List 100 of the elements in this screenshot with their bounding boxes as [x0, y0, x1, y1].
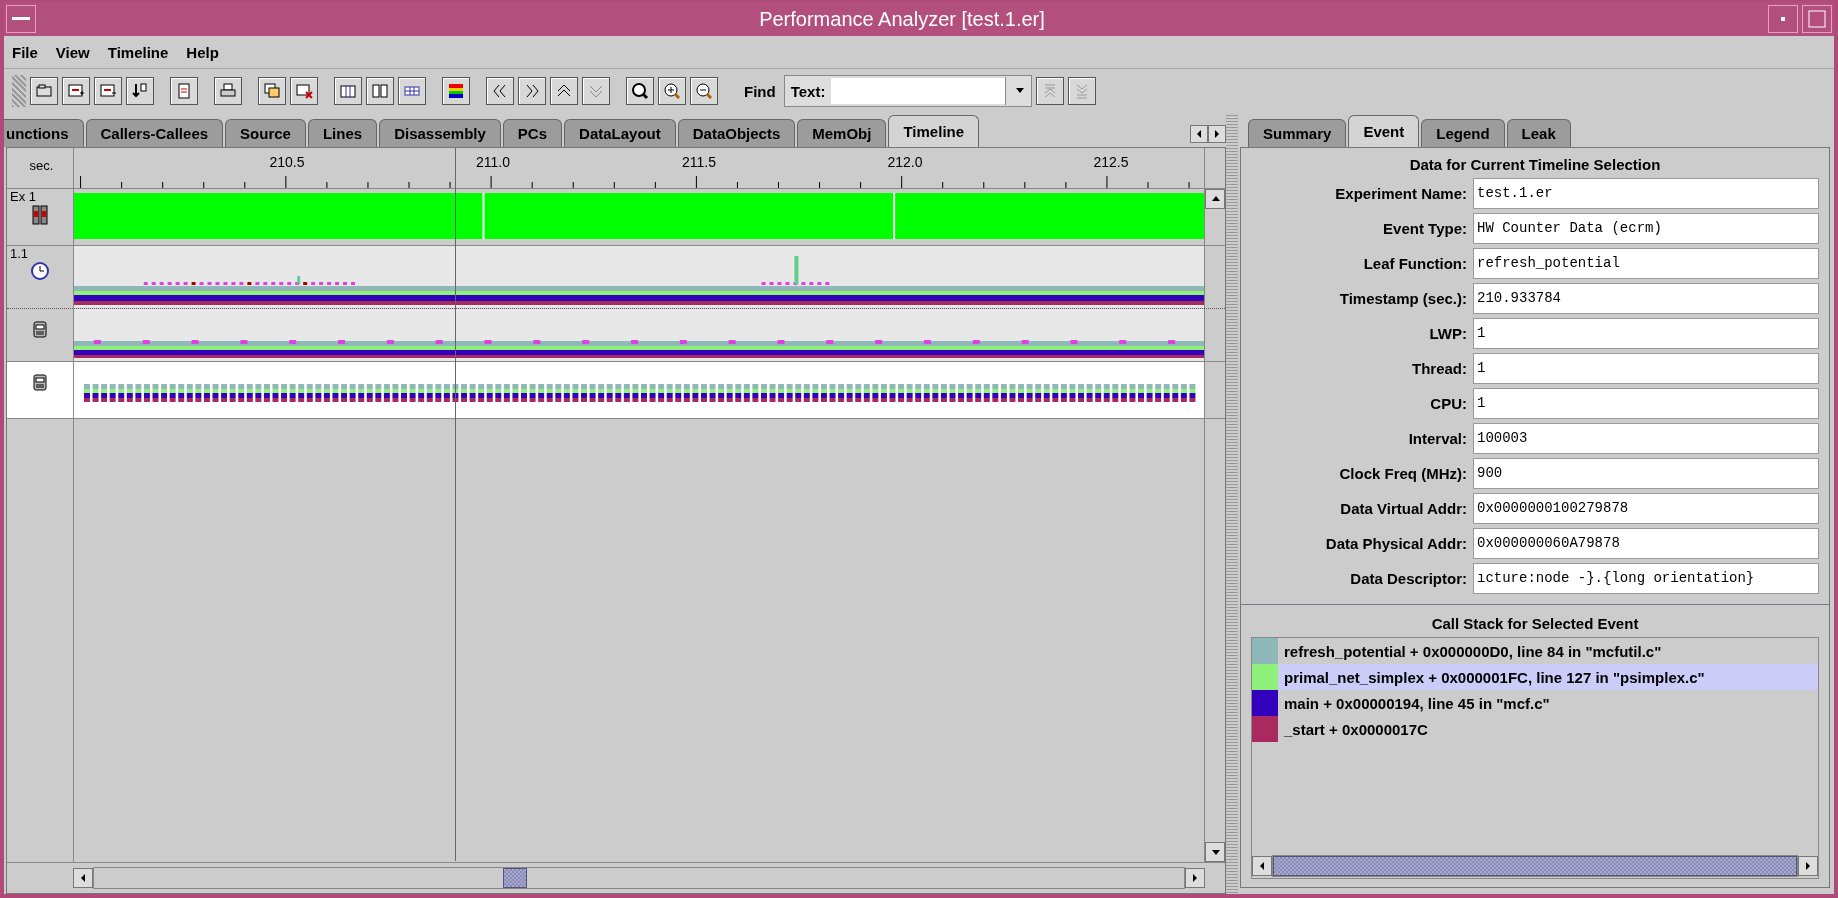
menu-item[interactable]: Help: [186, 43, 219, 61]
call-stack-row[interactable]: main + 0x00000194, line 45 in "mcf.c": [1252, 690, 1818, 716]
clock-icon: [30, 261, 50, 281]
field-label: Data Physical Addr:: [1324, 535, 1467, 552]
tab[interactable]: Event: [1348, 115, 1420, 147]
field-value: ıcture:node -}.{long orientation}: [1473, 563, 1819, 594]
tab[interactable]: Timeline: [888, 115, 980, 147]
toolbar-button[interactable]: [626, 77, 654, 105]
toolbar-button[interactable]: [290, 77, 318, 105]
tab[interactable]: Lines: [307, 119, 378, 147]
call-stack-row[interactable]: _start + 0x0000017C: [1252, 716, 1818, 742]
field-label: Event Type:: [1382, 220, 1467, 237]
scroll-right-button[interactable]: [1798, 856, 1818, 876]
tab[interactable]: DataLayout: [564, 119, 676, 147]
field-value: 210.933784: [1473, 283, 1819, 314]
scrollbar-thumb[interactable]: [1273, 856, 1797, 876]
field-value: 1: [1473, 318, 1819, 349]
toolbar-button[interactable]: [658, 77, 686, 105]
toolbar-button[interactable]: [486, 77, 514, 105]
tick-label: 211.5: [682, 154, 716, 170]
toolbar-button[interactable]: [442, 77, 470, 105]
toolbar-button[interactable]: [126, 77, 154, 105]
field-value: 0x000000060A79878: [1473, 528, 1819, 559]
scrollbar-thumb[interactable]: [502, 868, 527, 888]
windows-icon: [262, 81, 282, 101]
field-value: 0x0000000100279878: [1473, 493, 1819, 524]
toolbar-button[interactable]: [1068, 77, 1097, 105]
call-stack-text: refresh_potential + 0x000000D0, line 84 in "mcfutil.c": [1283, 642, 1662, 660]
minimize-icon: [1780, 16, 1786, 22]
tab[interactable]: Disassembly: [379, 119, 501, 147]
toolbar-button[interactable]: [214, 77, 242, 105]
tab[interactable]: MemObj: [797, 119, 887, 147]
field-label: CPU:: [1429, 395, 1467, 412]
row-label: Ex 1: [9, 189, 36, 204]
tab[interactable]: PCs: [502, 119, 563, 147]
toolbar-button[interactable]: [30, 77, 58, 105]
field-value: 1: [1473, 388, 1819, 419]
tab[interactable]: Source: [225, 119, 306, 147]
scroll-left-button[interactable]: [73, 868, 93, 888]
toolbar-button[interactable]: [334, 77, 362, 105]
field-label: Thread:: [1411, 360, 1467, 377]
toolbar-button[interactable]: [550, 77, 578, 105]
tab[interactable]: Summary: [1248, 119, 1347, 147]
tick-label: 211.0: [476, 154, 510, 170]
unit-label: sec.: [28, 158, 54, 173]
field-label: Timestamp (sec.):: [1338, 290, 1467, 307]
menu-item[interactable]: View: [55, 43, 90, 61]
scroll-down-button[interactable]: [1205, 842, 1225, 862]
call-stack-text: _start + 0x0000017C: [1283, 720, 1428, 738]
toolbar-button[interactable]: [366, 77, 394, 105]
scroll-left-button[interactable]: [1252, 856, 1272, 876]
toolbar-grip[interactable]: [12, 75, 26, 107]
window-title: Performance Analyzer [test.1.er]: [758, 7, 1046, 31]
row-label: 1.1: [9, 246, 29, 261]
zoom-reset-icon: [630, 81, 650, 101]
tick-label: 210.5: [269, 154, 305, 170]
toolbar-button[interactable]: [94, 77, 122, 105]
right-arrow-icon: [1190, 872, 1200, 884]
find-text-field[interactable]: Text:: [783, 75, 1033, 107]
window-menu-button[interactable]: [6, 5, 36, 33]
toolbar-button[interactable]: [690, 77, 718, 105]
field-label: LWP:: [1428, 325, 1467, 342]
tab[interactable]: DataObjects: [677, 119, 796, 147]
scroll-right-button[interactable]: [1185, 868, 1205, 888]
tab[interactable]: Callers-Callees: [85, 119, 224, 147]
call-stack-row[interactable]: refresh_potential + 0x000000D0, line 84 in "mcfutil.c": [1252, 638, 1818, 664]
find-label: Find: [744, 82, 776, 100]
meter-icon: [30, 319, 50, 339]
field-label: Leaf Function:: [1362, 255, 1467, 272]
tab[interactable]: Legend: [1421, 119, 1505, 147]
zoom-in-icon: [662, 81, 682, 101]
toolbar-button[interactable]: [62, 77, 90, 105]
meter-icon: [30, 372, 50, 392]
toolbar-button[interactable]: [170, 77, 198, 105]
field-value: 100003: [1473, 423, 1819, 454]
call-stack-row[interactable]: primal_net_simplex + 0x000001FC, line 127 in "psimplex.c": [1252, 664, 1818, 690]
color-chooser-icon: [446, 81, 466, 101]
field-label: Interval:: [1407, 430, 1467, 447]
field-value: 1: [1473, 353, 1819, 384]
tab-scroll-left-button[interactable]: [1190, 125, 1208, 143]
menu-item[interactable]: File: [12, 43, 38, 61]
tab[interactable]: unctions: [4, 119, 84, 147]
toolbar-button[interactable]: [582, 77, 610, 105]
toolbar-button[interactable]: [518, 77, 546, 105]
right-arrow-icon: [1212, 128, 1222, 140]
field-label: Data Virtual Addr:: [1339, 500, 1467, 517]
call-stack-text: primal_net_simplex + 0x000001FC, line 127 in "psimplex.c": [1283, 668, 1705, 686]
field-value: 900: [1473, 458, 1819, 489]
field-value: HW Counter Data (ecrm): [1473, 213, 1819, 244]
toolbar-button[interactable]: [398, 77, 426, 105]
toolbar-button[interactable]: [1036, 77, 1065, 105]
tab-scroll-right-button[interactable]: [1208, 125, 1226, 143]
close-window-icon: [294, 81, 314, 101]
tick-label: 212.5: [1093, 154, 1129, 170]
menu-item[interactable]: Timeline: [107, 43, 169, 61]
tab[interactable]: Leak: [1506, 119, 1571, 147]
toolbar-button[interactable]: [258, 77, 286, 105]
zoom-out-icon: [694, 81, 714, 101]
scroll-up-button[interactable]: [1205, 189, 1225, 209]
field-label: Clock Freq (MHz):: [1338, 465, 1467, 482]
